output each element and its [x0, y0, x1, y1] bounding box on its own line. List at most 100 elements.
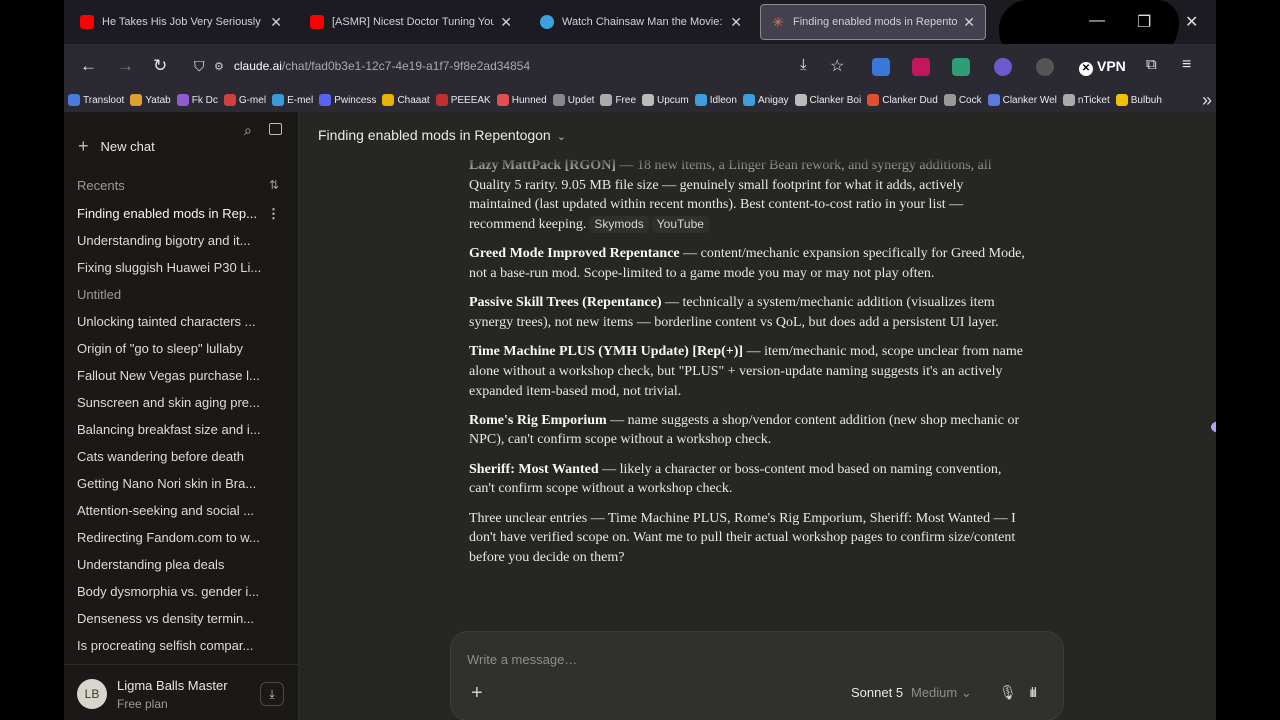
browser-tab[interactable]: He Takes His Job Very Seriously - YouT ✕ [70, 4, 292, 40]
browser-tab-active[interactable]: ✳ Finding enabled mods in Repentogon ✕ [760, 4, 986, 40]
chat-item[interactable]: Attention-seeking and social ... [64, 498, 298, 525]
chat-item[interactable]: Understanding plea deals [64, 552, 298, 579]
new-chat-button[interactable]: + New chat [78, 136, 155, 157]
download-icon[interactable]: ⤓ [800, 56, 807, 73]
chat-item[interactable]: Getting Nano Nori skin in Bra... [64, 471, 298, 498]
bookmark-item[interactable]: Clanker Wel [987, 94, 1057, 106]
bookmark-item[interactable]: G-mel [223, 94, 266, 106]
download-app-icon[interactable]: ⤓ [260, 682, 284, 706]
browser-window: He Takes His Job Very Seriously - YouT ✕… [64, 0, 1216, 720]
bookmark-item[interactable]: Bulbuh [1115, 94, 1162, 106]
chat-item[interactable]: Balancing breakfast size and i... [64, 417, 298, 444]
browser-tab[interactable]: [ASMR] Nicest Doctor Tuning You To S ✕ [300, 4, 522, 40]
reload-icon[interactable]: ↻ [153, 56, 167, 76]
shield-icon[interactable]: ⛉ [194, 58, 205, 75]
bookmark-item[interactable]: nTicket [1062, 94, 1110, 106]
conversation-title-button[interactable]: Finding enabled mods in Repentogon ⌄ [318, 127, 566, 143]
forward-icon[interactable]: → [117, 56, 134, 76]
chat-item-title: Attention-seeking and social ... [77, 503, 255, 518]
maximize-icon[interactable]: ❐ [1137, 12, 1151, 32]
bookmark-item[interactable]: Updet [552, 94, 595, 106]
bookmark-item[interactable]: Yatab [130, 94, 171, 106]
message-composer[interactable]: Write a message… + Sonnet 5 Medium ⌄ 🎙 ı… [450, 631, 1064, 720]
source-citation-chip[interactable]: Skymods [589, 216, 649, 234]
bookmark-star-icon[interactable]: ☆ [830, 56, 844, 76]
chat-item[interactable]: Fallout New Vegas purchase l... [64, 363, 298, 390]
assistant-message: Lazy MattPack [RGON] — 18 new items, a L… [469, 156, 1029, 577]
chat-item[interactable]: Understanding bigotry and it... [64, 228, 298, 255]
chat-item-title: Understanding plea deals [77, 557, 225, 572]
paragraph-text: Three unclear entries — Time Machine PLU… [469, 510, 1016, 565]
microphone-extension-icon[interactable] [912, 58, 930, 76]
music-extension-icon[interactable] [952, 58, 970, 76]
main-panel: Finding enabled mods in Repentogon ⌄ Lazy… [299, 112, 1216, 720]
extension-icon[interactable] [994, 58, 1012, 76]
extension-icon[interactable] [1036, 58, 1054, 76]
chat-item[interactable]: Sunscreen and skin aging pre... [64, 390, 298, 417]
bookmark-item[interactable]: Idleon [694, 94, 737, 106]
bookmark-item[interactable]: Clanker Boi [794, 94, 861, 106]
chat-item[interactable]: Body dysmorphia vs. gender i... [64, 579, 298, 606]
bookmark-item[interactable]: Chaaat [382, 94, 430, 106]
add-attachment-icon[interactable]: + [471, 682, 483, 705]
chat-options-icon[interactable]: ⋮ [267, 201, 280, 227]
recents-options-icon[interactable]: ⇅ [269, 178, 279, 192]
browser-tab[interactable]: Watch Chainsaw Man the Movie: Reze ✕ [530, 4, 752, 40]
bookmark-item[interactable]: Clanker Dud [867, 94, 938, 106]
mod-name: Greed Mode Improved Repentance [469, 246, 680, 262]
bookmark-item[interactable]: Transloot [68, 94, 124, 106]
bookmark-label: Updet [567, 94, 595, 106]
bookmark-item[interactable]: Free [600, 94, 636, 106]
bookmarks-overflow-icon[interactable]: » [1202, 90, 1212, 111]
chat-item[interactable]: Redirecting Fandom.com to w... [64, 525, 298, 552]
close-window-icon[interactable]: ✕ [1185, 12, 1198, 32]
effort-selector[interactable]: Medium ⌄ [911, 685, 972, 701]
effort-label: Medium [911, 685, 958, 700]
chat-item[interactable]: Untitled [64, 282, 298, 309]
search-icon[interactable]: ⌕ [244, 122, 252, 139]
back-icon[interactable]: ← [80, 56, 97, 76]
extensions-puzzle-icon[interactable]: ⧉ [1146, 56, 1157, 73]
bookmark-item[interactable]: Cock [943, 94, 982, 106]
chat-item[interactable]: Denseness vs density termin... [64, 606, 298, 633]
chat-item[interactable]: Unlocking tainted characters ... [64, 309, 298, 336]
bookmark-item[interactable]: Fk Dc [176, 94, 218, 106]
close-tab-icon[interactable]: ✕ [963, 14, 975, 31]
message-paragraph: Three unclear entries — Time Machine PLU… [469, 509, 1029, 568]
menu-icon[interactable]: ≡ [1182, 56, 1191, 74]
bookmark-label: Anigay [757, 94, 789, 106]
minimize-icon[interactable]: — [1089, 12, 1105, 30]
close-tab-icon[interactable]: ✕ [730, 14, 742, 31]
site-settings-icon[interactable]: ⚙ [214, 60, 224, 73]
sidebar-toggle-icon[interactable] [269, 123, 282, 135]
source-citation-chip[interactable]: YouTube [651, 216, 709, 234]
bookmark-item[interactable]: Pwincess [319, 94, 376, 106]
tab-strip: He Takes His Job Very Seriously - YouT ✕… [64, 0, 1216, 66]
chat-item-title: Fixing sluggish Huawei P30 Li... [77, 260, 262, 275]
url-bar[interactable]: ⚙ claude.ai /chat/fad0b3e1-12c7-4e19-a1f… [214, 52, 530, 80]
close-tab-icon[interactable]: ✕ [500, 14, 512, 31]
vpn-button[interactable]: ✕ VPN [1079, 58, 1126, 76]
bookmark-item[interactable]: Upcum [642, 94, 689, 106]
chat-item-title: Body dysmorphia vs. gender i... [77, 584, 260, 599]
bookmark-item[interactable]: PEEEAK [435, 94, 491, 106]
chat-item-active[interactable]: Finding enabled mods in Rep... ⋮ [64, 201, 298, 228]
user-profile[interactable]: LB Ligma Balls Master Free plan ⤓ [64, 664, 298, 720]
model-selector[interactable]: Sonnet 5 [851, 685, 903, 700]
bookmark-label: E-mel [287, 94, 314, 106]
extension-icon[interactable] [872, 58, 890, 76]
bookmark-item[interactable]: Anigay [742, 94, 789, 106]
bookmark-item[interactable]: E-mel [272, 94, 313, 106]
close-tab-icon[interactable]: ✕ [270, 14, 282, 31]
chat-item-title: Cats wandering before death [77, 449, 244, 464]
chat-item[interactable]: Fixing sluggish Huawei P30 Li... [64, 255, 298, 282]
chevron-down-icon: ⌄ [556, 131, 566, 143]
message-paragraph: Rome's Rig Emporium — name suggests a sh… [469, 411, 1029, 450]
chat-item[interactable]: Origin of "go to sleep" lullaby [64, 336, 298, 363]
chat-item[interactable]: Cats wandering before death [64, 444, 298, 471]
chat-item[interactable]: Is procreating selfish compar... [64, 633, 298, 660]
message-input[interactable]: Write a message… [467, 652, 577, 667]
microphone-icon[interactable]: 🎙 [999, 684, 1017, 701]
voice-mode-icon[interactable]: ılıl [1029, 684, 1037, 700]
bookmark-item[interactable]: Hunned [496, 94, 547, 106]
